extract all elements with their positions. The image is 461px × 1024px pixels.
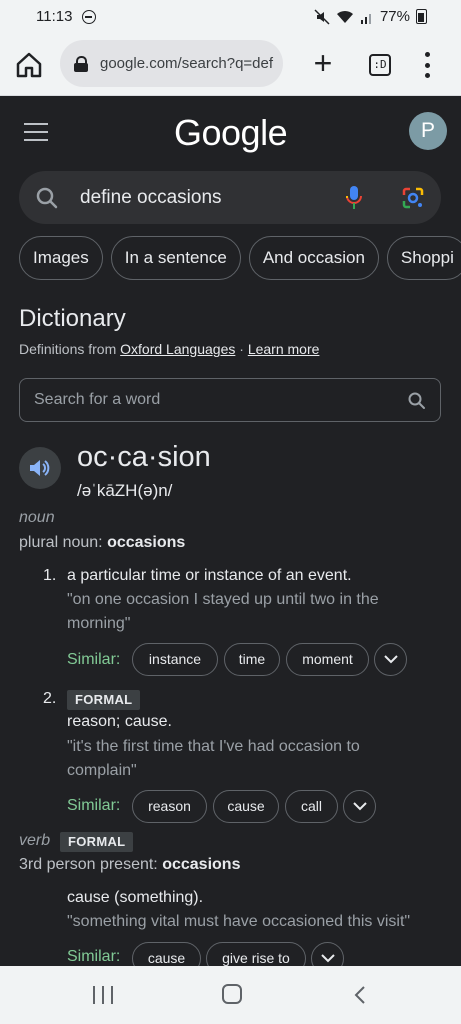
oxford-languages-link[interactable]: Oxford Languages bbox=[120, 341, 235, 357]
example: "something vital must have occasioned th… bbox=[67, 913, 411, 930]
home-icon[interactable] bbox=[14, 50, 44, 80]
menu-icon[interactable] bbox=[24, 123, 48, 141]
wifi-icon bbox=[336, 10, 353, 23]
mute-icon bbox=[314, 8, 330, 25]
signal-icon bbox=[360, 13, 371, 24]
plural-value: occasions bbox=[107, 534, 186, 551]
source-separator: · bbox=[235, 341, 248, 357]
similar-chip[interactable]: reason bbox=[132, 790, 207, 823]
verb-form-label: 3rd person present: bbox=[19, 856, 163, 873]
chevron-down-icon bbox=[384, 655, 398, 664]
part-of-speech-verb: verb bbox=[19, 832, 51, 849]
do-not-disturb-icon bbox=[82, 10, 96, 24]
register-badge: FORMAL bbox=[67, 690, 141, 710]
search-icon[interactable] bbox=[408, 392, 426, 410]
pronunciation-button[interactable] bbox=[19, 447, 61, 489]
chevron-down-icon bbox=[321, 954, 335, 963]
part-of-speech-noun: noun bbox=[19, 509, 55, 526]
verb-forms: 3rd person present: occasions bbox=[19, 856, 240, 874]
chevron-down-icon bbox=[353, 802, 367, 811]
more-vert-icon[interactable] bbox=[421, 52, 433, 78]
example: "it's the first time that I've had occas… bbox=[67, 738, 360, 779]
word-search-placeholder: Search for a word bbox=[34, 391, 161, 408]
google-lens-icon[interactable] bbox=[401, 186, 425, 210]
chip-and-occasion[interactable]: And occasion bbox=[248, 236, 379, 280]
plural-label: plural noun: bbox=[19, 534, 108, 551]
chip-images[interactable]: Images bbox=[19, 236, 103, 280]
lock-icon bbox=[74, 55, 88, 72]
recent-apps-icon[interactable] bbox=[93, 986, 113, 1004]
browser-toolbar: google.com/search?q=def + :D bbox=[0, 34, 461, 96]
new-tab-icon[interactable]: + bbox=[309, 47, 337, 79]
url-text: google.com/search?q=def bbox=[100, 55, 274, 72]
similar-chip[interactable]: instance bbox=[132, 643, 218, 676]
speaker-icon bbox=[30, 460, 50, 476]
address-bar[interactable]: google.com/search?q=def bbox=[60, 40, 283, 87]
status-bar: 11:13 77% bbox=[0, 0, 461, 34]
expand-similar-button[interactable] bbox=[343, 790, 376, 823]
battery-icon bbox=[416, 9, 427, 24]
similar-label: Similar: bbox=[67, 797, 121, 814]
similar-chip[interactable]: call bbox=[285, 790, 338, 823]
back-icon[interactable] bbox=[352, 986, 370, 1004]
phonetic: /əˈkāZH(ə)n/ bbox=[77, 481, 173, 500]
definition: a particular time or instance of an even… bbox=[67, 567, 352, 584]
mic-icon[interactable] bbox=[344, 185, 364, 211]
sense-number: 1. bbox=[43, 567, 57, 584]
sense-number: 2. bbox=[43, 690, 57, 707]
status-time: 11:13 bbox=[36, 8, 73, 25]
example: "on one occasion I stayed up until two i… bbox=[67, 591, 379, 632]
register-badge: FORMAL bbox=[60, 832, 134, 852]
search-input[interactable]: define occasions bbox=[80, 187, 222, 209]
search-icon bbox=[36, 187, 58, 209]
home-button-icon[interactable] bbox=[222, 984, 242, 1004]
source-prefix: Definitions from bbox=[19, 341, 121, 357]
google-logo[interactable]: Google bbox=[174, 112, 288, 154]
word-search-input[interactable]: Search for a word bbox=[19, 378, 441, 422]
plural-noun: plural noun: occasions bbox=[19, 534, 185, 552]
search-box[interactable]: define occasions bbox=[19, 171, 441, 224]
definition: cause (something). bbox=[67, 889, 204, 906]
system-nav-bar bbox=[0, 966, 461, 1024]
similar-label: Similar: bbox=[67, 948, 121, 965]
learn-more-link[interactable]: Learn more bbox=[248, 341, 320, 357]
chip-in-a-sentence[interactable]: In a sentence bbox=[110, 236, 241, 280]
definition: reason; cause. bbox=[67, 713, 172, 730]
dictionary-title: Dictionary bbox=[19, 305, 126, 332]
similar-label: Similar: bbox=[67, 651, 121, 668]
similar-chip[interactable]: cause bbox=[213, 790, 279, 823]
similar-chip[interactable]: moment bbox=[286, 643, 369, 676]
chip-shopping[interactable]: Shoppi bbox=[386, 236, 461, 280]
expand-similar-button[interactable] bbox=[374, 643, 407, 676]
battery-percent: 77% bbox=[379, 8, 410, 25]
tab-switcher-icon[interactable]: :D bbox=[369, 54, 391, 76]
filter-chips: Images In a sentence And occasion Shoppi bbox=[19, 236, 461, 280]
similar-chip[interactable]: time bbox=[224, 643, 280, 676]
avatar[interactable]: P bbox=[409, 112, 447, 150]
headword: oc·ca·sion bbox=[77, 441, 211, 473]
dictionary-source: Definitions from Oxford Languages · Lear… bbox=[19, 341, 319, 357]
verb-form-value: occasions bbox=[162, 856, 241, 873]
